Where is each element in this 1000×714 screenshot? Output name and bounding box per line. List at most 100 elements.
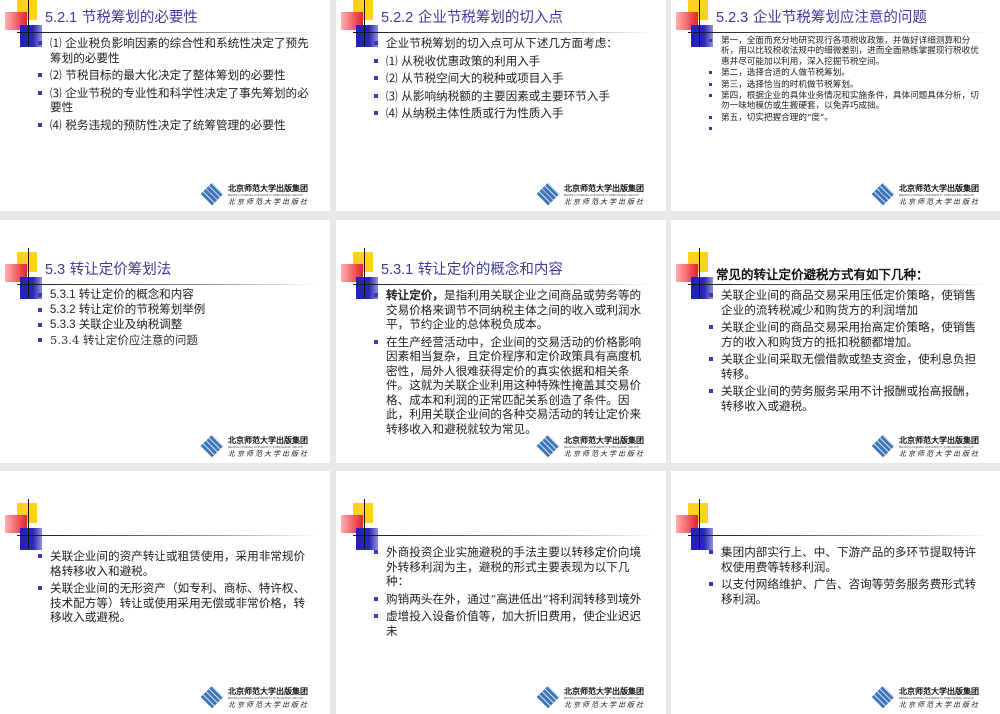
decoration-vline	[364, 248, 365, 298]
decoration-vline	[28, 248, 29, 298]
slide-title-number: 5.2.2	[381, 10, 414, 26]
slide-thumbnail[interactable]: 关联企业间的资产转让或租赁使用，采用非常规价格转移收入和避税。关联企业间的无形资…	[0, 471, 330, 714]
press-name-cn: 北京师范大学出版社	[228, 198, 309, 206]
publisher-logo: 北京师范大学出版集团 BEIJING NORMAL UNIVERSITY PUBL…	[871, 182, 991, 208]
slide-title: 5.2.2 企业节税筹划的切入点	[381, 6, 563, 27]
bullet-text: 关联企业间的商品交易采用压低定价策略，使销售企业的流转税减少和购货方的利润增加	[721, 288, 977, 317]
bullet-list: 第一，全面而充分地研究现行各项税收政策，并做好详细测算和分析，用以比较税收法规中…	[709, 36, 983, 131]
bullet-list: 关联企业间的商品交易采用压低定价策略，使销售企业的流转税减少和购货方的利润增加关…	[709, 288, 983, 416]
bullet-text: 虚增投入设备价值等，加大折旧费用，使企业迟迟未	[386, 609, 642, 638]
press-name-cn: 北京师范大学出版社	[564, 198, 645, 206]
slide-title-text: 节税筹划的必要性	[81, 10, 198, 26]
decoration-hline	[353, 284, 653, 285]
bullet-list: 企业节税筹划的切入点可从下述几方面考虑： ⑴ 从税收优惠政策的利用入手 ⑵ 从节税空…	[374, 36, 648, 124]
slide-thumbnail[interactable]: 常见的转让定价避税方式有如下几种： 关联企业间的商品交易采用压低定价策略，使销售企…	[671, 220, 1000, 463]
bullet-list: 外商投资企业实施避税的手法主要以转移定价向境外转移利润为主，避税的形式主要表现为…	[374, 545, 648, 641]
publisher-logo: 北京师范大学出版集团 BEIJING NORMAL UNIVERSITY PUBL…	[871, 685, 991, 711]
bullet-item: ⑶ 从影响纳税额的主要因素或主要环节入手	[374, 89, 648, 104]
bullet-item: 企业节税筹划的切入点可从下述几方面考虑：	[374, 36, 648, 51]
slide-thumbnail[interactable]: 5.3.1 转让定价的概念和内容转让定价，是指利用关联企业之间商品或劳务等的交易…	[336, 220, 666, 463]
publisher-logo: 北京师范大学出版集团 BEIJING NORMAL UNIVERSITY PUBL…	[536, 434, 656, 460]
publisher-logo: 北京师范大学出版集团 BEIJING NORMAL UNIVERSITY PUBL…	[536, 182, 656, 208]
bullet-item: 关联企业间的商品交易采用抬高定价策略，使销售方的收入和购货方的抵扣税额都增加。	[709, 320, 983, 349]
slide-title-number: 5.2.3	[716, 10, 749, 26]
bullet-item: 5.3.1 转让定价的概念和内容	[38, 288, 312, 303]
publisher-logo: 北京师范大学出版集团 BEIJING NORMAL UNIVERSITY PUBL…	[200, 182, 320, 208]
bullet-item: 集团内部实行上、中、下游产品的多环节提取特许权使用费等转移利润。	[709, 545, 983, 574]
bullet-text: ⑶ 从影响纳税额的主要因素或主要环节入手	[386, 88, 610, 103]
bullet-text: 5.3.4 转让定价应注意的问题	[50, 333, 198, 347]
bullet-item: 在生产经营活动中，企业间的交易活动的价格影响因素相当复杂，且定价程序和定价政策具…	[374, 335, 648, 437]
slide-title-number: 5.3	[45, 262, 66, 278]
bullet-list: 集团内部实行上、中、下游产品的多环节提取特许权使用费等转移利润。 以支付网络维护、…	[709, 545, 983, 609]
bullet-list: 转让定价，是指利用关联企业之间商品或劳务等的交易价格来调节不同纳税主体之间的收入…	[374, 288, 648, 439]
bullet-item: 关联企业间的资产转让或租赁使用，采用非常规价格转移收入和避税。	[38, 549, 312, 578]
bullet-text: 第三，选择恰当的时机做节税筹划。	[721, 79, 859, 90]
slide-title: 5.2.3 企业节税筹划应注意的问题	[716, 6, 927, 27]
bullet-text: ⑵ 节税目标的最大化决定了整体筹划的必要性	[50, 68, 286, 82]
bullet-text: 第二，选择合适的人做节税筹划。	[721, 68, 850, 79]
bullet-text: 第五，切实把握合理的“度”。	[721, 112, 833, 123]
press-name-cn: 北京师范大学出版社	[899, 450, 980, 458]
bullet-text: 关联企业间的劳务服务采用不计报酬或抬高报酬，转移收入或避税。	[721, 384, 977, 413]
bullet-item: 第二，选择合适的人做节税筹划。	[709, 68, 983, 78]
bullet-item: ⑴ 从税收优惠政策的利用入手	[374, 54, 648, 69]
bullet-item: 虚增投入设备价值等，加大折旧费用，使企业迟迟未	[374, 609, 648, 638]
slide-title: 5.3 转让定价筹划法	[45, 258, 171, 279]
decoration-vline	[28, 0, 29, 46]
bullet-item: 关联企业间的无形资产（如专利、商标、特许权、技术配方等）转让或使用采用无偿或非常…	[38, 581, 312, 625]
bullet-text: ⑶ 企业节税的专业性和科学性决定了事先筹划的必要性	[50, 85, 309, 115]
slide-thumbnail[interactable]: 5.3 转让定价筹划法 5.3.1 转让定价的概念和内容 5.3.2 转让定价的节税…	[0, 220, 330, 463]
slide-title-text: 转让定价的概念和内容	[417, 262, 563, 278]
publisher-diamond-icon	[200, 434, 224, 458]
press-name-cn: 北京师范大学出版社	[564, 701, 645, 709]
slide-title-text: 常见的转让定价避税方式有如下几种：	[716, 267, 929, 282]
bullet-item: 第一，全面而充分地研究现行各项税收政策，并做好详细测算和分析，用以比较税收法规中…	[709, 36, 983, 67]
slide-thumbnail[interactable]: 5.2.2 企业节税筹划的切入点企业节税筹划的切入点可从下述几方面考虑： ⑴ 从税…	[336, 0, 666, 211]
decoration-sq-b	[20, 528, 42, 550]
bullet-item: 购销两头在外，通过“高进低出”将利润转移到境外	[374, 592, 648, 607]
bullet-text: 5.3.1 转让定价的概念和内容	[50, 289, 194, 301]
bullet-text: 5.3.3 关联企业及纳税调整	[50, 319, 183, 331]
bullet-item: 5.3.4 转让定价应注意的问题	[38, 333, 312, 348]
publisher-logo: 北京师范大学出版集团 BEIJING NORMAL UNIVERSITY PUBL…	[200, 434, 320, 460]
press-name-cn: 北京师范大学出版社	[899, 701, 980, 709]
bullet-text: ⑴ 从税收优惠政策的利用入手	[386, 53, 541, 68]
slide-title-number: 5.3.1	[381, 262, 414, 278]
bullet-list: 关联企业间的资产转让或租赁使用，采用非常规价格转移收入和避税。关联企业间的无形资…	[38, 549, 312, 628]
slide-title: 5.3.1 转让定价的概念和内容	[381, 258, 563, 279]
bullet-item: ⑴ 企业税负影响因素的综合性和系统性决定了预先筹划的必要性	[38, 36, 312, 65]
bullet-text: 在生产经营活动中，企业间的交易活动的价格影响因素相当复杂，且定价程序和定价政策具…	[386, 334, 642, 436]
slide-thumbnail[interactable]: 5.2.3 企业节税筹划应注意的问题第一，全面而充分地研究现行各项税收政策，并做…	[671, 0, 1000, 211]
slide-thumbnail[interactable]: 外商投资企业实施避税的手法主要以转移定价向境外转移利润为主，避税的形式主要表现为…	[336, 471, 666, 714]
bullet-text: 5.3.2 转让定价的节税筹划举例	[50, 304, 206, 316]
decoration-hline	[688, 32, 988, 33]
publisher-diamond-icon	[536, 434, 560, 458]
bullet-item: 外商投资企业实施避税的手法主要以转移定价向境外转移利润为主，避税的形式主要表现为…	[374, 545, 648, 589]
publisher-diamond-icon	[536, 685, 560, 709]
publisher-diamond-icon	[871, 434, 895, 458]
bullet-list: ⑴ 企业税负影响因素的综合性和系统性决定了预先筹划的必要性 ⑵ 节税目标的最大化决…	[38, 36, 312, 135]
bullet-text: 外商投资企业实施避税的手法主要以转移定价向境外转移利润为主，避税的形式主要表现为…	[386, 545, 642, 588]
bullet-item: ⑵ 从节税空间大的税种或项目入手	[374, 71, 648, 86]
publisher-diamond-icon	[200, 182, 224, 206]
bullet-item: ⑶ 企业节税的专业性和科学性决定了事先筹划的必要性	[38, 86, 312, 115]
decoration-hline	[688, 284, 988, 285]
slide-title-text: 转让定价筹划法	[69, 262, 172, 278]
bullet-text: 关联企业间的无形资产（如专利、商标、特许权、技术配方等）转让或使用采用无偿或非常…	[50, 581, 306, 624]
bullet-text: 关联企业间的资产转让或租赁使用，采用非常规价格转移收入和避税。	[50, 549, 306, 578]
slide-thumbnail[interactable]: 5.2.1 节税筹划的必要性 ⑴ 企业税负影响因素的综合性和系统性决定了预先筹划的…	[0, 0, 330, 211]
bullet-item: 第五，切实把握合理的“度”。	[709, 113, 983, 123]
decoration-hline	[353, 535, 653, 536]
bullet-text: 第一，全面而充分地研究现行各项税收政策，并做好详细测算和分析，用以比较税收法规中…	[721, 36, 979, 67]
slide-title: 5.2.1 节税筹划的必要性	[45, 6, 198, 27]
bullet-item: 转让定价，是指利用关联企业之间商品或劳务等的交易价格来调节不同纳税主体之间的收入…	[374, 288, 648, 332]
bullet-bold-term: 转让定价，	[386, 288, 444, 302]
bullet-text: 购销两头在外，通过“高进低出”将利润转移到境外	[386, 591, 642, 606]
publisher-diamond-icon	[871, 182, 895, 206]
slide-thumbnail[interactable]: 集团内部实行上、中、下游产品的多环节提取特许权使用费等转移利润。 以支付网络维护、…	[671, 471, 1000, 714]
bullet-item: 5.3.2 转让定价的节税筹划举例	[38, 303, 312, 318]
decoration-hline	[17, 32, 317, 33]
decoration-vline	[699, 248, 700, 298]
bullet-text: ⑷ 税务违规的预防性决定了统筹管理的必要性	[50, 117, 286, 132]
